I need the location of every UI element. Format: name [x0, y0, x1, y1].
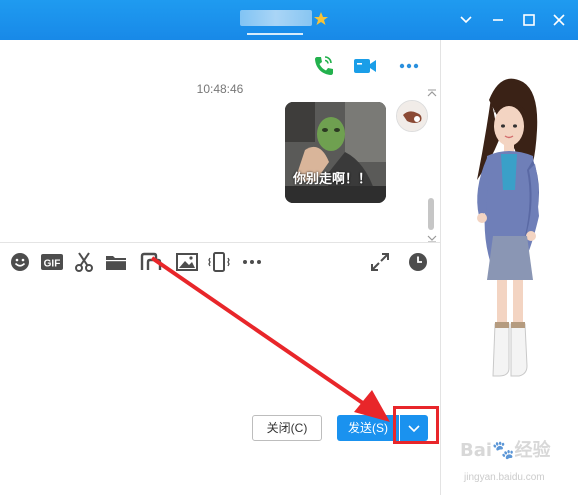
close-icon[interactable] [549, 10, 569, 30]
scrollbar-thumb[interactable] [428, 198, 434, 230]
input-toolbar: GIF [0, 250, 440, 276]
paw-icon: 🐾 [492, 440, 515, 461]
title-underline [247, 33, 303, 35]
scroll-up-icon[interactable] [426, 86, 438, 97]
message-timestamp: 10:48:46 [196, 82, 244, 96]
highlight-box [393, 406, 439, 444]
watermark-sub: jingyan.baidu.com [464, 472, 545, 483]
send-button[interactable]: 发送(S) [337, 415, 399, 441]
title-bar [0, 0, 578, 40]
screenshot-scissors-icon[interactable] [72, 250, 96, 274]
contact-name-obscured [240, 10, 312, 26]
expand-icon[interactable] [368, 250, 392, 274]
meme-image-message[interactable]: 你别走啊！！ [285, 102, 386, 203]
folder-icon[interactable] [104, 250, 128, 274]
meme-caption: 你别走啊！！ [293, 171, 372, 186]
message-input-divider [0, 242, 440, 243]
gif-icon[interactable]: GIF [40, 250, 64, 274]
history-clock-icon[interactable] [406, 250, 430, 274]
shake-window-icon[interactable] [207, 250, 231, 274]
more-tools-icon[interactable] [240, 250, 264, 274]
gif-label: GIF [44, 259, 61, 270]
watermark-brand: Bai [460, 440, 493, 461]
scroll-down-icon[interactable] [426, 230, 438, 243]
watermark-brand2: 经验 [514, 440, 551, 461]
character-avatar-illustration [477, 78, 539, 377]
phone-call-icon[interactable] [310, 54, 336, 78]
more-options-icon[interactable] [396, 54, 422, 78]
maximize-icon[interactable] [519, 10, 539, 30]
dual-screen-icon[interactable] [139, 250, 163, 274]
emoji-icon[interactable] [8, 250, 32, 274]
watermark-logo: Bai🐾经验 [460, 436, 550, 462]
vip-badge-icon [314, 12, 328, 26]
minimize-icon[interactable] [488, 10, 508, 30]
chevron-down-icon[interactable] [456, 10, 476, 30]
close-button[interactable]: 关闭(C) [252, 415, 322, 441]
video-call-icon[interactable] [352, 54, 378, 78]
contact-show-panel [440, 40, 578, 495]
image-icon[interactable] [175, 250, 199, 274]
avatar[interactable] [396, 100, 428, 132]
